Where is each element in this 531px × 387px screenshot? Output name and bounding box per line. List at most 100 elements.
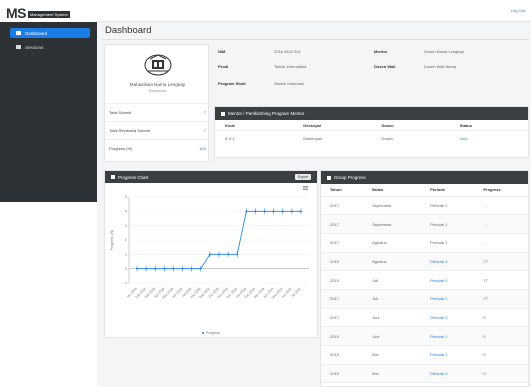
cell-progress: 77: [474, 270, 528, 290]
cell-progress: 77: [474, 289, 528, 309]
cell-bulan: Juni: [363, 308, 422, 328]
status-label: Program Studi: [218, 81, 246, 86]
data-point: [172, 267, 175, 270]
table-row[interactable]: 2017 Agustus Periode 1...: [321, 233, 528, 253]
sidebar-item-label: Dashboard: [25, 30, 48, 36]
y-tick-label: 3: [125, 224, 127, 228]
cell-periode: Periode 1: [421, 289, 475, 309]
brand[interactable]: MS Management System: [6, 4, 70, 20]
cell-progress: 0: [474, 308, 528, 328]
data-point: [245, 210, 248, 213]
table-row[interactable]: 2015 Mei Periode 10: [321, 364, 528, 384]
cell-periode: Periode 1: [421, 308, 475, 328]
y-axis-label: Progress (%): [110, 230, 114, 250]
sidebar-item-label: Sessions: [25, 44, 44, 50]
cell-bulan: Mei: [363, 345, 422, 365]
cell-tahun: 2015: [321, 326, 364, 346]
table-row[interactable]: 2015 Juni Periode 10: [321, 326, 528, 346]
menu-icon: [303, 187, 308, 189]
table-row[interactable]: 2017 Juni Periode 10: [321, 308, 528, 328]
y-tick-label: -1: [124, 281, 127, 285]
logout-link[interactable]: Log Out: [511, 8, 525, 13]
table-row[interactable]: 2017 September Periode 1...: [321, 214, 528, 234]
dosen-wali-label: Dosen Wali: [374, 64, 396, 69]
table-row[interactable]: 2015 Agustus Periode 1 77: [321, 252, 528, 272]
progress-title: Group Progress: [334, 175, 366, 180]
column-header: Status: [459, 122, 472, 128]
data-point: [199, 267, 202, 270]
column-header: Dosen: [381, 122, 394, 128]
cell-periode: Periode 1: [421, 196, 475, 216]
export-button[interactable]: Export: [294, 174, 311, 180]
data-point: [227, 253, 230, 256]
cell-progress: 0: [474, 364, 528, 384]
data-point: [236, 253, 239, 256]
data-point: [154, 267, 157, 270]
stat-label: Total Reviewed Submit: [109, 128, 150, 133]
sidebar: MS Management System Dashboard Sessions: [0, 0, 97, 387]
table-row[interactable]: 2015 Juli Periode 2 77: [321, 270, 528, 290]
legend-marker: [202, 332, 204, 334]
y-tick-label: 2: [125, 238, 127, 242]
y-tick-label: 0: [125, 267, 127, 271]
cell-progress: ...: [474, 196, 528, 216]
cell-bulan: April: [363, 382, 422, 386]
progress-card: Group Progress Tahun Bulan Periode Progr…: [320, 170, 529, 387]
table-row[interactable]: 2015AprilPeriode 20: [321, 382, 528, 386]
stat-value: 100: [199, 146, 206, 151]
cell-progress: 0: [474, 382, 528, 386]
divider: [102, 39, 529, 40]
sidebar-item-dashboard[interactable]: Dashboard: [10, 28, 90, 38]
sidebar-item-sessions[interactable]: Sessions: [10, 42, 90, 52]
cell-bulan: Juli: [363, 270, 422, 290]
cell-periode: Periode 2: [421, 270, 475, 290]
cell-progress: ...: [474, 233, 528, 253]
prodi-value: Teknik Informatika: [274, 64, 307, 69]
y-tick-label: 4: [125, 210, 127, 214]
stat-label: Progress (%): [109, 146, 133, 151]
data-point: [263, 210, 266, 213]
column-header: Bulan: [363, 184, 422, 197]
mentor-panel-header: Mentor / Pembimbing Program Mentor: [215, 107, 528, 120]
cell-dosen: Dosen: [381, 135, 394, 141]
cell-tahun: 2015: [321, 252, 364, 272]
table-row[interactable]: 2017 Juli Periode 1 77: [321, 289, 528, 309]
cell-tahun: 2017: [321, 289, 364, 309]
page-title: Dashboard: [105, 25, 152, 36]
cell-progress: ...: [474, 214, 528, 234]
cell-periode: Periode 2: [421, 382, 475, 386]
table-row[interactable]: 2015 Mei Periode 10: [321, 345, 528, 365]
cell-tahun: 2017: [321, 308, 364, 328]
student-info: NIM 2016 4402 001 Prodi Teknik Informati…: [214, 44, 529, 104]
status-value: Sistem Informasi: [274, 81, 304, 86]
progress-chart: -1012345Progress (%)Jan 2018Feb 2018Mar …: [110, 186, 309, 335]
cell-periode: Periode 1: [421, 233, 475, 253]
table-header-row: Tahun Bulan Periode Progress: [321, 184, 528, 197]
cell-tahun: 2017: [321, 214, 364, 234]
chart-title: Progress Chart: [118, 174, 149, 180]
y-tick-label: 1: [125, 253, 127, 257]
topbar: Log Out: [97, 0, 531, 22]
table-row[interactable]: 2017 September Periode 1...: [321, 196, 528, 216]
brand-subtitle: Management System: [28, 11, 70, 18]
column-header: Progress: [474, 184, 528, 197]
cell-bulan: September: [363, 214, 422, 234]
cell-tahun: 2017: [321, 196, 364, 216]
progress-table: Tahun Bulan Periode Progress 2017 Septemb…: [321, 184, 528, 386]
cell-status: Aktif: [459, 135, 468, 141]
data-point: [145, 267, 148, 270]
table-icon: [327, 175, 331, 180]
data-point: [163, 267, 166, 270]
stat-progress: Progress (%) 100: [105, 139, 210, 157]
brand-logo: MS: [6, 5, 27, 21]
data-point: [136, 267, 138, 270]
university-logo: [144, 54, 172, 76]
stat-total-submit: Total Submit 7: [105, 103, 210, 121]
mentor-value: Dosen Nama Lengkap: [424, 49, 464, 54]
chart-card: Progress Chart Export -1 0 1 2 3 4 5 Progress (…: [104, 170, 318, 338]
cell-tahun: 2015: [321, 382, 364, 386]
nim-value: 2016 4402 001: [274, 49, 301, 54]
menu-icon: [303, 186, 308, 187]
stat-total-reviewed: Total Reviewed Submit 7: [105, 121, 210, 139]
table-row[interactable]: A.S.1 Bimbingan Dosen Aktif: [215, 131, 528, 145]
